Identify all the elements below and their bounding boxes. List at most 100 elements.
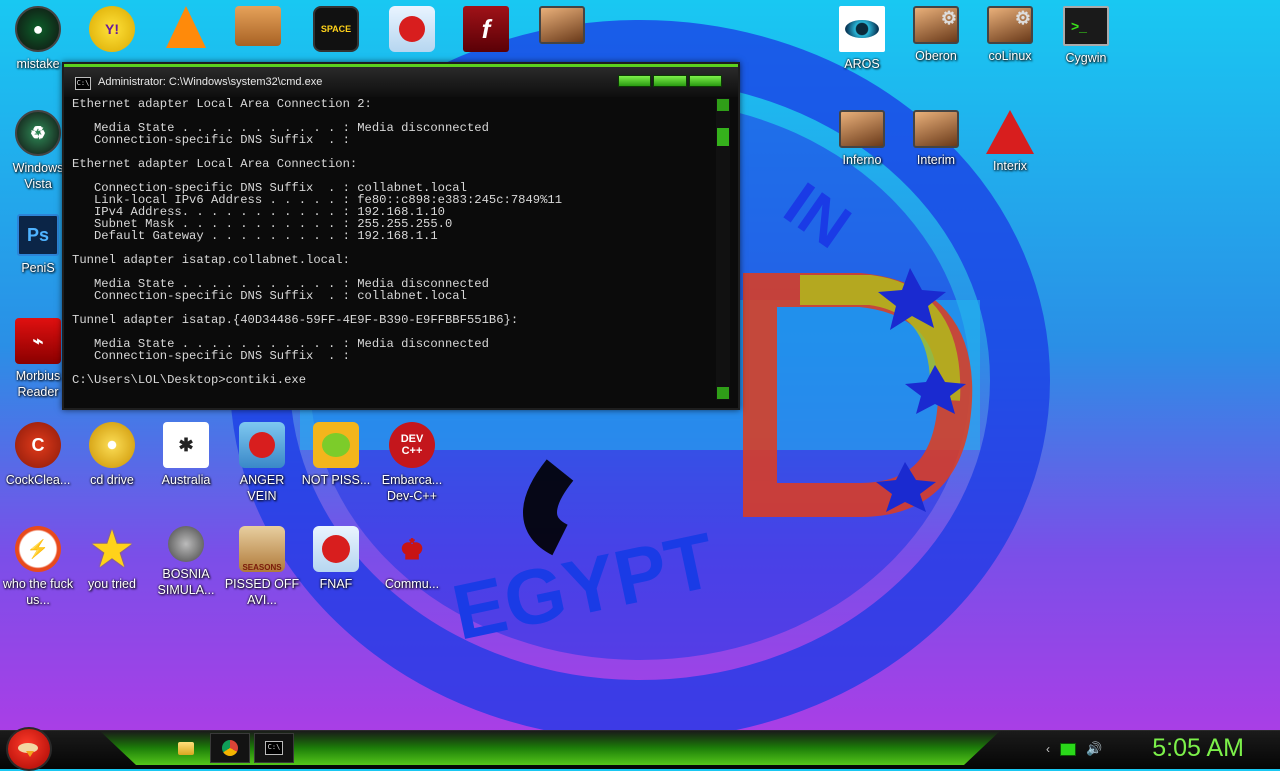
desktop-icon-who-the[interactable]: ⚡ who the fuck us... [0,526,76,608]
mine-icon [168,526,204,562]
scroll-thumb[interactable] [717,128,729,146]
aros-eye-icon [839,6,885,52]
cmd-icon: C:\ [265,741,283,755]
settings-window-icon: ⚙ [913,6,959,44]
desktop-icon-label: Embarca... Dev-C++ [381,473,443,503]
console-line: Connection-specific DNS Suffix . : [72,349,350,363]
desktop-icon-label: Cygwin [1065,51,1107,65]
desktop-icon-you-tried[interactable]: ★ you tried [74,523,150,592]
desktop-icon-australia[interactable]: ✱ Australia [148,422,224,488]
desktop-icon-label: Interim [916,153,956,167]
wallpaper-bottom-text: EGYPT [445,516,722,657]
star-icon: ★ [91,523,133,575]
recycle-bin-icon: ♻ [15,110,61,156]
desktop-icon-colinux[interactable]: ⚙ coLinux [972,6,1048,64]
desktop-icon-interim[interactable]: Interim [898,110,974,168]
maximize-button[interactable] [653,75,687,87]
devcpp-icon: DEV C++ [389,422,435,468]
cmd-titlebar[interactable]: C:\ Administrator: C:\Windows\system32\c… [64,64,738,97]
desktop-icon-oberon[interactable]: ⚙ Oberon [898,6,974,64]
terminal-icon: >_ [1063,6,1109,46]
mistake-icon: ● [15,6,61,52]
console-line: Default Gateway . . . . . . . . . : 192.… [72,229,438,243]
wallpaper-arc-text: IN [772,170,862,262]
flash-player-icon: f [463,6,509,52]
app-window-icon [913,110,959,148]
cmd-scrollbar[interactable] [716,98,730,400]
desktop-icon-pissed-off[interactable]: SEASONS PISSED OFF AVI... [224,526,300,608]
desktop-icon-label: Commu... [384,577,440,591]
taskbar: C:\ ‹ 🔊 5:05 AM [0,727,1280,771]
minimize-button[interactable] [618,75,652,87]
console-line: Connection-specific DNS Suffix . : colla… [72,289,467,303]
desktop-icon-label: Oberon [915,49,957,63]
desktop-icon-not-piss[interactable]: NOT PISS... [298,422,374,488]
desktop-icon-dev-cpp[interactable]: DEV C++ Embarca... Dev-C++ [374,422,450,504]
yahoo-messenger-icon: Y! [89,6,135,52]
briefcase-icon [235,6,281,46]
chrome-icon [222,740,238,756]
desktop-icon-vlc[interactable] [148,6,224,48]
desktop-icon-label: Inferno [842,153,882,167]
console-line: C:\Users\LOL\Desktop>contiki.exe [72,373,307,387]
desktop-icon-label: FNAF [319,577,353,591]
volume-icon[interactable]: 🔊 [1086,741,1102,757]
taskbar-cmd[interactable]: C:\ [254,733,294,763]
interix-icon [986,110,1034,154]
desktop-icon-fnaf[interactable]: FNAF [298,526,374,592]
desktop-icon-label: who the fuck us... [2,577,74,607]
desktop-icon-label: NOT PISS... [301,473,371,487]
system-tray: ‹ 🔊 [1046,741,1102,757]
desktop-icon-label: cd drive [90,473,134,487]
angry-birds-icon [389,6,435,52]
taskbar-clock[interactable]: 5:05 AM [1152,734,1244,763]
taskbar-chrome[interactable] [210,733,250,763]
desktop-icon-cockclea[interactable]: C CockClea... [0,422,76,488]
desktop-icon-app-window[interactable] [524,6,600,44]
window-controls [618,75,722,87]
cd-drive-icon [89,422,135,468]
scroll-up-button[interactable] [717,99,729,111]
desktop-icon-aros[interactable]: AROS [824,6,900,72]
photoshop-icon: Ps [17,214,59,256]
desktop-icon-label: coLinux [988,49,1032,63]
desktop-icon-bosnia[interactable]: BOSNIA SIMULA... [148,526,224,598]
desktop-icon-cd-drive[interactable]: cd drive [74,422,150,488]
desktop-icon-commu[interactable]: ♚ Commu... [374,526,450,592]
cmd-console-output[interactable]: Ethernet adapter Local Area Connection 2… [72,98,712,400]
scroll-down-button[interactable] [717,387,729,399]
desktop-icon-inferno[interactable]: Inferno [824,110,900,168]
desktop-icon-anger-vein[interactable]: ANGER VEIN [224,422,300,504]
desktop-icon-flash[interactable]: f [448,6,524,52]
angry-birds-icon [239,422,285,468]
desktop-icon-interix[interactable]: Interix [972,110,1048,174]
start-button[interactable] [6,727,52,771]
angry-birds-seasons-icon: SEASONS [239,526,285,572]
angry-birds-space-icon: SPACE [313,6,359,52]
desktop-icon-angry-birds-space[interactable]: SPACE [298,6,374,52]
desktop-icon-label: PISSED OFF AVI... [224,577,300,607]
desktop-icon-cygwin[interactable]: >_ Cygwin [1048,6,1124,66]
desktop-icon-briefcase[interactable] [220,6,296,46]
desktop-icon-angry-birds[interactable] [374,6,450,52]
spider-solitaire-icon: ✱ [163,422,209,468]
desktop-icon-label: ANGER VEIN [239,473,285,503]
app-window-icon [539,6,585,44]
taskbar-file-explorer[interactable] [166,733,206,763]
console-line: Tunnel adapter isatap.{40D34486-59FF-4E9… [72,313,519,327]
console-line: Tunnel adapter isatap.collabnet.local: [72,253,350,267]
desktop-icon-yahoo[interactable]: Y! [74,6,150,52]
flash-app-icon: ⚡ [15,526,61,572]
bad-piggies-icon [313,422,359,468]
desktop-icon-label: Australia [161,473,211,487]
close-button[interactable] [688,75,722,87]
console-line: Connection-specific DNS Suffix . : [72,133,350,147]
vlc-icon [166,6,206,48]
file-explorer-icon [178,741,194,755]
settings-window-icon: ⚙ [987,6,1033,44]
cmd-window[interactable]: C:\ Administrator: C:\Windows\system32\c… [62,62,740,410]
desktop-icon-label: Interix [992,159,1028,173]
network-icon[interactable] [1060,742,1076,756]
desktop-icon-label: BOSNIA SIMULA... [157,567,215,597]
chevron-left-icon[interactable]: ‹ [1046,742,1050,756]
